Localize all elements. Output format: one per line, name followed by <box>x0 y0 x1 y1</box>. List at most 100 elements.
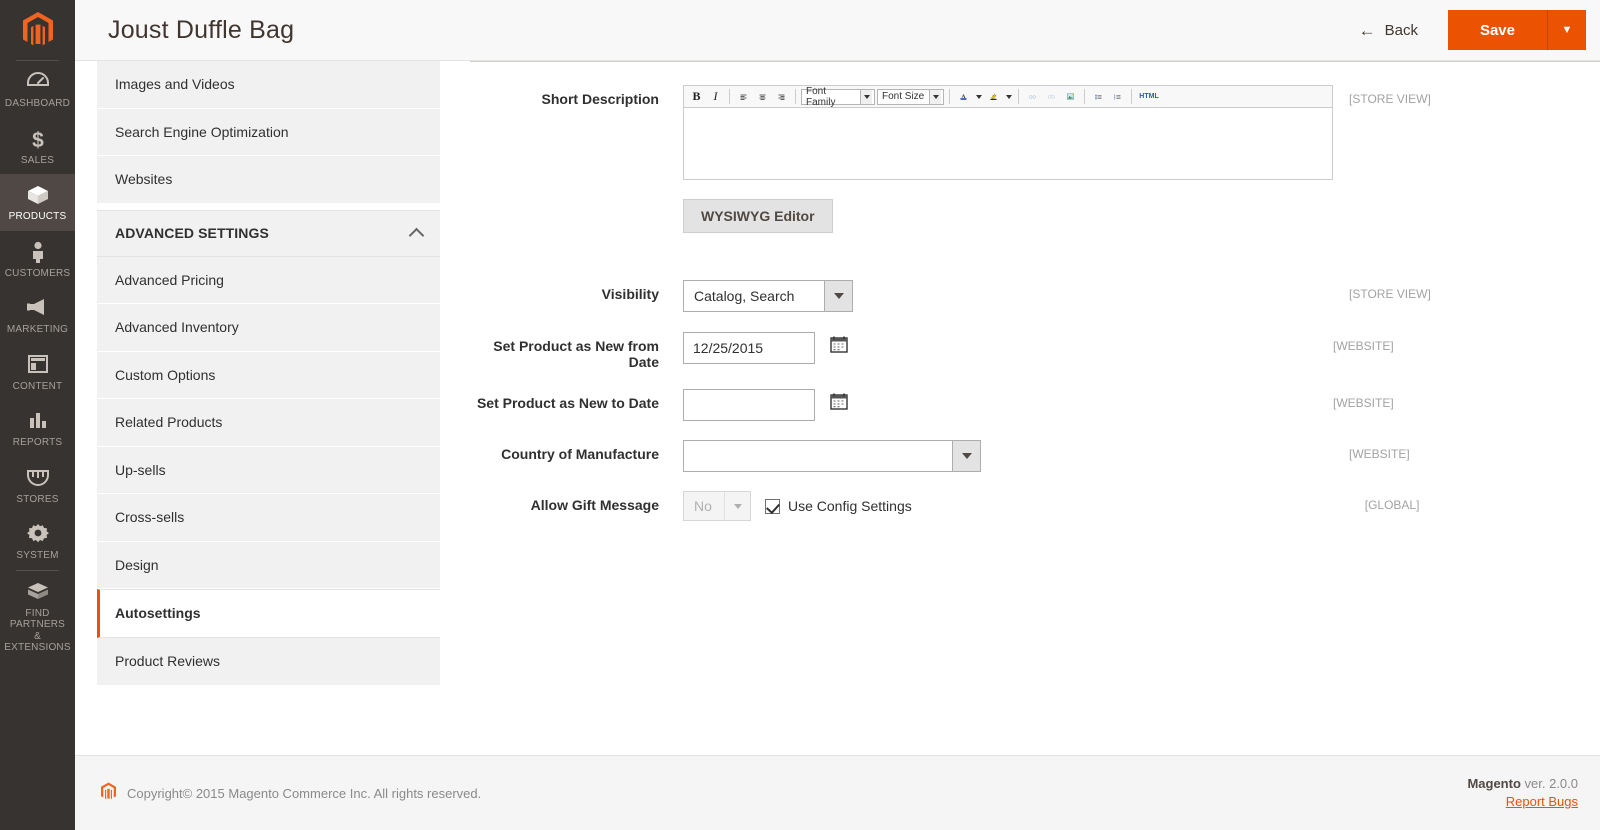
dashboard-icon <box>2 70 73 96</box>
nav-item-up-sells[interactable]: Up-sells <box>97 446 440 494</box>
numbered-list-icon[interactable]: 123 <box>1108 87 1127 106</box>
calendar-icon[interactable] <box>830 389 848 415</box>
align-center-icon[interactable] <box>753 87 772 106</box>
magento-logo-icon[interactable] <box>0 0 75 60</box>
partners-box-icon <box>2 580 73 606</box>
visibility-select[interactable]: Catalog, Search <box>683 280 853 312</box>
sidebar-item-customers[interactable]: Customers <box>0 231 75 288</box>
svg-text:3: 3 <box>1114 98 1116 100</box>
nav-item-search-engine-optimization[interactable]: Search Engine Optimization <box>97 108 440 156</box>
sidebar-item-content[interactable]: Content <box>0 344 75 401</box>
html-source-button[interactable]: HTML <box>1136 87 1162 106</box>
sidebar-item-label: Stores <box>16 493 59 505</box>
checkbox-checkmark-icon <box>765 498 780 514</box>
back-button-label: Back <box>1384 21 1418 39</box>
save-button[interactable]: Save <box>1447 10 1548 50</box>
nav-item-label: Related Products <box>115 414 223 430</box>
country-of-manufacture-value <box>684 441 952 471</box>
italic-button[interactable]: I <box>706 87 725 106</box>
align-right-icon[interactable] <box>772 87 791 106</box>
sidebar-item-reports[interactable]: Reports <box>0 400 75 457</box>
footer-version-block: Magento ver. 2.0.0 Report Bugs <box>1467 775 1578 811</box>
bold-button[interactable]: B <box>687 87 706 106</box>
chevron-down-icon <box>724 492 750 520</box>
autosettings-form: Short Description B I Font Family Font S… <box>470 61 1600 755</box>
sidebar-item-label: Products <box>8 211 67 222</box>
magento-logo-icon <box>100 782 117 804</box>
align-left-icon[interactable] <box>734 87 753 106</box>
text-color-icon[interactable]: A <box>954 87 973 106</box>
field-label: Short Description <box>541 91 659 107</box>
insert-image-icon[interactable] <box>1061 87 1080 106</box>
nav-section-advanced-settings[interactable]: Advanced Settings <box>97 209 440 257</box>
nav-item-label: Advanced Pricing <box>115 271 224 288</box>
text-highlight-chevron-down-icon[interactable] <box>1003 87 1014 106</box>
version-line: Magento ver. 2.0.0 <box>1467 775 1578 793</box>
sidebar-item-label: Dashboard <box>4 98 71 109</box>
text-color-chevron-down-icon[interactable] <box>973 87 984 106</box>
report-bugs-link[interactable]: Report Bugs <box>1467 793 1578 811</box>
new-from-date-control <box>683 332 848 364</box>
nav-item-label: Search Engine Optimization <box>115 123 289 140</box>
nav-item-product-reviews[interactable]: Product Reviews <box>97 638 440 686</box>
field-scope-label: [WEBSITE] <box>1333 396 1394 410</box>
nav-item-images-and-videos[interactable]: Images and Videos <box>97 61 440 109</box>
back-button[interactable]: ← Back <box>1353 21 1424 40</box>
sidebar-item-marketing[interactable]: Marketing <box>0 287 75 344</box>
nav-item-cross-sells[interactable]: Cross-sells <box>97 494 440 542</box>
field-country-of-manufacture: Country of Manufacture [WEBSITE] <box>470 440 1600 472</box>
wysiwyg-editor-toggle-button[interactable]: WYSIWYG Editor <box>683 199 833 233</box>
bullet-list-icon[interactable] <box>1089 87 1108 106</box>
sidebar-item-sales[interactable]: $ Sales <box>0 118 75 175</box>
nav-item-advanced-pricing[interactable]: Advanced Pricing <box>97 256 440 304</box>
sidebar-item-label: Sales <box>20 154 55 166</box>
field-scope-label: [WEBSITE] <box>1349 447 1410 461</box>
sidebar-item-label: Reports <box>12 437 63 448</box>
nav-item-related-products[interactable]: Related Products <box>97 399 440 447</box>
sales-dollar-icon: $ <box>2 127 73 153</box>
nav-item-label: Cross-sells <box>115 509 185 525</box>
nav-section-label: Advanced Settings <box>115 224 269 241</box>
font-size-select[interactable]: Font Size <box>877 88 944 105</box>
field-short-description: Short Description B I Font Family Font S… <box>470 85 1600 233</box>
version-number: ver. 2.0.0 <box>1520 776 1578 791</box>
calendar-icon[interactable] <box>830 332 848 358</box>
marketing-megaphone-icon <box>2 296 73 322</box>
text-highlight-icon[interactable]: ab <box>984 87 1003 106</box>
stores-awning-icon <box>2 466 73 492</box>
field-label: Set Product as New to Date <box>476 395 659 411</box>
nav-item-design[interactable]: Design <box>97 541 440 589</box>
sidebar-item-find-partners-extensions[interactable]: Find Partners & Extensions <box>0 571 75 662</box>
new-to-date-control <box>683 389 848 421</box>
copyright-block: Copyright© 2015 Magento Commerce Inc. Al… <box>100 782 481 804</box>
new-to-date-input[interactable] <box>683 389 815 421</box>
field-new-to-date: Set Product as New to Date [WEBSITE] <box>470 389 1600 421</box>
nav-item-advanced-inventory[interactable]: Advanced Inventory <box>97 304 440 352</box>
nav-item-label: Advanced Inventory <box>115 319 239 335</box>
product-nav: Images and Videos Search Engine Optimiza… <box>97 61 440 686</box>
toolbar-separator <box>949 89 950 104</box>
nav-item-custom-options[interactable]: Custom Options <box>97 351 440 399</box>
editor-content-area[interactable] <box>683 108 1333 180</box>
sidebar-item-products[interactable]: Products <box>0 174 75 231</box>
sidebar-item-stores[interactable]: Stores <box>0 457 75 514</box>
field-label: Visibility <box>601 286 659 302</box>
insert-link-icon <box>1023 87 1042 106</box>
country-of-manufacture-select[interactable] <box>683 440 981 472</box>
font-family-select[interactable]: Font Family <box>801 86 875 108</box>
new-from-date-input[interactable] <box>683 332 815 364</box>
font-size-value: Font Size <box>882 91 925 102</box>
field-scope-label: [STORE VIEW] <box>1349 287 1431 301</box>
nav-item-websites[interactable]: Websites <box>97 156 440 204</box>
nav-item-label: Websites <box>115 171 173 187</box>
content-layout-icon <box>2 353 73 379</box>
sidebar-item-dashboard[interactable]: Dashboard <box>0 61 75 118</box>
sidebar-item-system[interactable]: System <box>0 513 75 570</box>
nav-item-autosettings[interactable]: Autosettings <box>97 589 440 638</box>
sidebar-item-label: System <box>16 550 59 561</box>
toolbar-separator <box>1018 89 1019 104</box>
save-options-chevron-down-icon[interactable]: ▼ <box>1548 10 1586 50</box>
use-config-settings-label: Use Config Settings <box>788 498 912 514</box>
use-config-settings-checkbox[interactable]: Use Config Settings <box>765 498 912 514</box>
page-title: Joust Duffle Bag <box>108 15 295 44</box>
